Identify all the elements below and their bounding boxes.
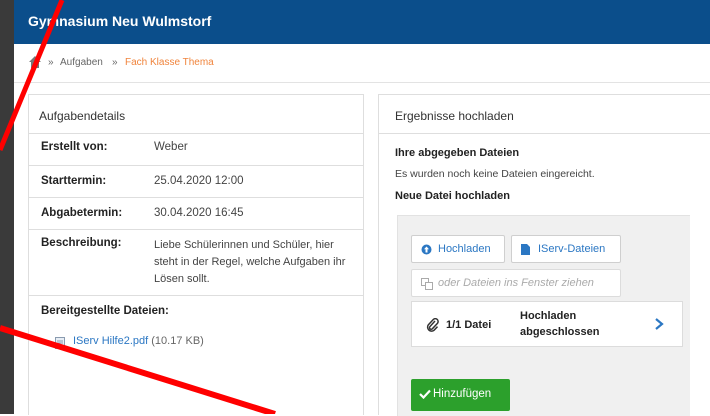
red-annotation-marks xyxy=(0,0,276,414)
red-annotation-line xyxy=(0,325,276,414)
red-annotation-line xyxy=(0,0,65,151)
